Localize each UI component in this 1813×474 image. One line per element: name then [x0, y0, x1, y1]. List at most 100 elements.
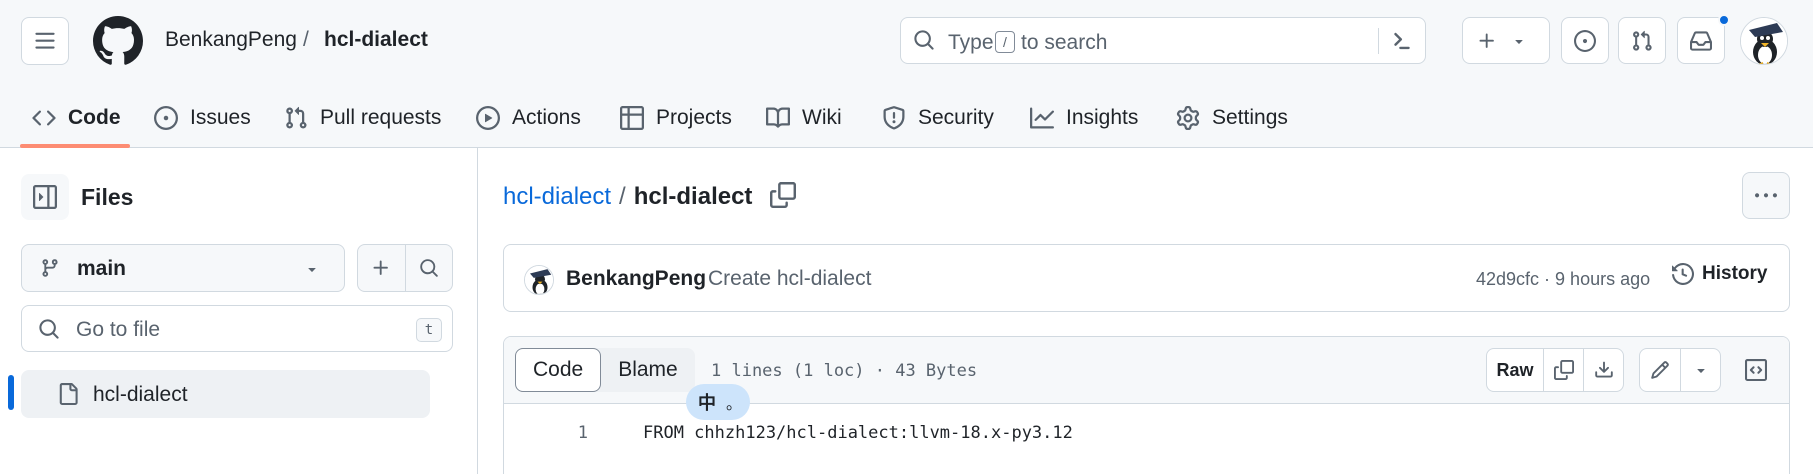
breadcrumb-owner[interactable]: BenkangPeng: [165, 28, 297, 52]
go-to-file-input[interactable]: Go to file t: [21, 305, 453, 352]
triangle-down-icon: [1515, 39, 1523, 44]
menu-button[interactable]: [21, 17, 69, 65]
tab-code[interactable]: Code: [32, 88, 121, 148]
edit-options-button[interactable]: [1680, 349, 1720, 391]
book-icon: [766, 107, 790, 128]
tree-selection-indicator: [8, 375, 14, 410]
kebab-horizontal-icon: [1755, 192, 1777, 197]
create-new-button[interactable]: [1462, 17, 1550, 64]
inbox-icon: [1690, 30, 1712, 51]
copy-icon[interactable]: [770, 182, 796, 208]
penguin-avatar-icon: [1741, 18, 1787, 64]
more-options-button[interactable]: [1742, 172, 1790, 219]
pull-request-icon: [286, 106, 307, 129]
repo-tabs: Code Issues Pull requests Actions Projec…: [0, 88, 1813, 148]
copy-raw-button[interactable]: [1543, 349, 1583, 391]
issue-icon: [154, 106, 178, 130]
tab-label: Security: [918, 106, 994, 129]
tree-item-label: hcl-dialect: [93, 383, 188, 406]
issues-button[interactable]: [1561, 17, 1609, 64]
search-placeholder-start: Type: [948, 31, 994, 54]
sidebar-title: Files: [81, 184, 134, 210]
search-files-button[interactable]: [404, 245, 453, 291]
history-icon: [1672, 263, 1694, 285]
line-number[interactable]: 1: [548, 423, 588, 443]
collapse-sidebar-button[interactable]: [21, 174, 69, 220]
shield-icon: [883, 106, 905, 130]
code-view-button[interactable]: Code: [515, 348, 602, 392]
user-avatar[interactable]: [1740, 17, 1788, 65]
commit-author[interactable]: BenkangPeng: [566, 267, 706, 291]
tab-label: Code: [68, 106, 121, 129]
tab-label: Settings: [1212, 106, 1288, 129]
hamburger-icon: [35, 32, 55, 49]
tab-label: Projects: [656, 106, 732, 129]
pull-requests-button[interactable]: [1618, 17, 1666, 64]
file-info: 1 lines (1 loc) · 43 Bytes: [711, 361, 978, 381]
tab-label: Insights: [1066, 106, 1139, 129]
code-square-icon: [1745, 359, 1767, 381]
ime-indicator[interactable]: 中 。: [686, 384, 750, 420]
file-icon: [59, 383, 78, 405]
inbox-button[interactable]: [1677, 17, 1725, 64]
raw-button[interactable]: Raw: [1487, 349, 1543, 391]
tab-label: Actions: [512, 106, 581, 129]
code-line: FROM chhzh123/hcl-dialect:llvm-18.x-py3.…: [643, 423, 1073, 443]
view-mode-toggle: Code Blame: [515, 348, 695, 392]
tab-wiki[interactable]: Wiki: [766, 88, 842, 148]
file-tree-sidebar: Files main Go to file t hcl-dialect: [0, 148, 478, 474]
download-button[interactable]: [1583, 349, 1623, 391]
edit-actions-group: [1639, 348, 1721, 392]
avatar[interactable]: [524, 265, 554, 295]
plus-icon: [373, 260, 389, 275]
pull-request-icon: [1633, 30, 1652, 51]
breadcrumb-repo[interactable]: hcl-dialect: [324, 28, 428, 52]
tab-pull-requests[interactable]: Pull requests: [284, 88, 441, 148]
tab-label: Pull requests: [320, 106, 442, 129]
branch-name: main: [77, 257, 127, 280]
tab-insights[interactable]: Insights: [1030, 88, 1138, 148]
blame-view-button[interactable]: Blame: [601, 348, 695, 392]
raw-actions-group: Raw: [1486, 348, 1624, 392]
add-file-button[interactable]: [358, 245, 405, 291]
tab-security[interactable]: Security: [882, 88, 994, 148]
search-shortcut-key: /: [995, 31, 1015, 53]
tab-issues[interactable]: Issues: [154, 88, 251, 148]
github-logo-icon[interactable]: [93, 16, 143, 66]
download-icon: [1594, 361, 1613, 378]
search-icon: [39, 319, 59, 339]
path-separator: /: [619, 183, 626, 210]
symbols-panel-button[interactable]: [1734, 348, 1778, 392]
ime-mode-char: 中: [698, 393, 716, 413]
triangle-down-icon: [1696, 369, 1705, 373]
copy-icon: [1553, 360, 1574, 380]
ime-punctuation: 。: [726, 396, 743, 413]
tree-item-file[interactable]: hcl-dialect: [21, 370, 430, 418]
graph-icon: [1030, 107, 1054, 129]
command-palette-icon[interactable]: [1387, 28, 1413, 54]
tab-actions[interactable]: Actions: [476, 88, 581, 148]
triangle-down-icon: [308, 268, 316, 272]
tab-projects[interactable]: Projects: [620, 88, 732, 148]
commit-meta[interactable]: 42d9cfc · 9 hours ago: [1476, 269, 1650, 290]
edit-file-button[interactable]: [1640, 349, 1680, 391]
branch-selector[interactable]: main: [21, 244, 345, 292]
go-to-file-placeholder: Go to file: [76, 318, 161, 341]
tab-settings[interactable]: Settings: [1176, 88, 1288, 148]
history-label: History: [1702, 263, 1768, 284]
notification-dot: [1718, 14, 1730, 26]
plus-icon: [1479, 33, 1494, 48]
play-icon: [476, 106, 500, 130]
pencil-icon: [1651, 361, 1669, 379]
search-input[interactable]: Type / to search: [900, 17, 1426, 64]
file-path-breadcrumb: hcl-dialect / hcl-dialect: [503, 183, 752, 211]
path-current-file: hcl-dialect: [633, 183, 753, 210]
breadcrumb-separator: /: [303, 28, 309, 51]
git-branch-icon: [42, 259, 58, 277]
sidebar-collapse-icon: [33, 185, 57, 209]
commit-message[interactable]: Create hcl-dialect: [708, 267, 871, 291]
path-root-link[interactable]: hcl-dialect: [503, 183, 611, 211]
tab-label: Wiki: [802, 106, 842, 129]
latest-commit-box: BenkangPeng Create hcl-dialect 42d9cfc ·…: [503, 244, 1790, 312]
history-button[interactable]: History: [1672, 263, 1767, 285]
